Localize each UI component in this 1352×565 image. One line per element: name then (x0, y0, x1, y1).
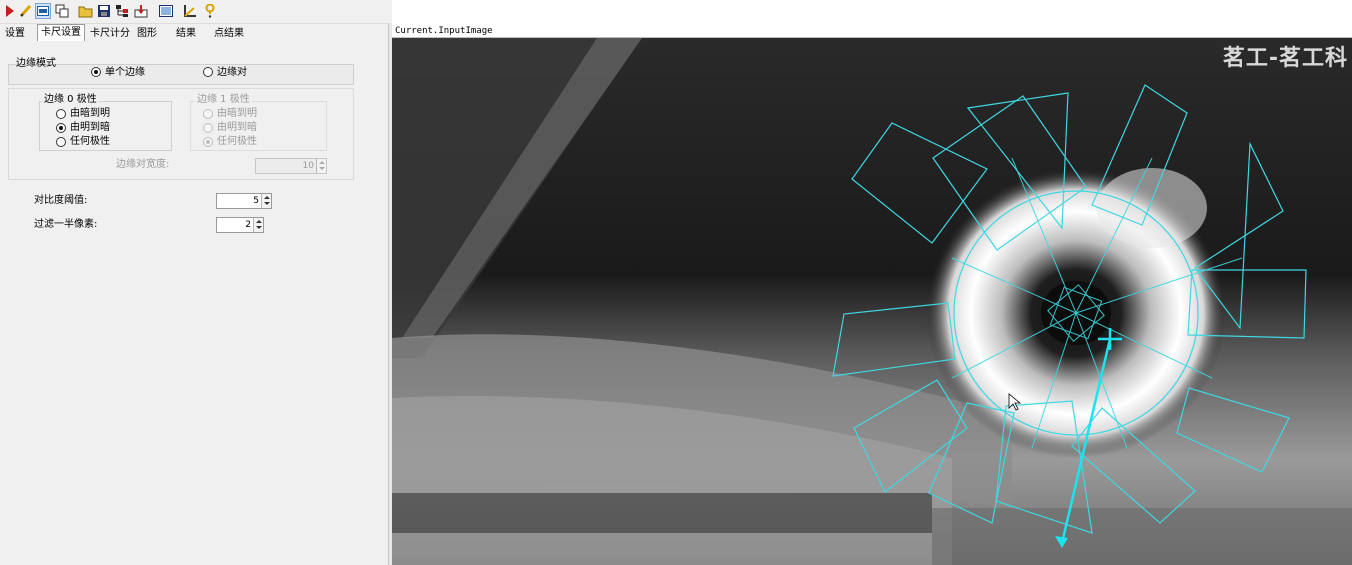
pair-width-spinner[interactable]: 10 (255, 158, 327, 174)
pair-width-label: 边缘对宽度: (116, 159, 170, 170)
edge-mode-single-radio[interactable] (91, 67, 101, 77)
image-title-bar: Current.InputImage (392, 24, 1352, 38)
tab-caliper-scoring[interactable]: 卡尺计分 (87, 26, 133, 41)
run-icon[interactable] (2, 3, 18, 19)
tab-graphics[interactable]: 图形 (134, 26, 160, 41)
tab-settings[interactable]: 设置 (2, 26, 28, 41)
edge0-dark-to-light-radio[interactable] (56, 109, 66, 119)
edge1-dark-to-light-label[interactable]: 由暗到明 (217, 108, 257, 120)
filter-half-pixels-label: 过滤一半像素: (34, 219, 98, 230)
edge1-any-polarity-label[interactable]: 任何极性 (217, 136, 257, 148)
help-icon[interactable] (202, 3, 218, 19)
edge0-dark-to-light-label[interactable]: 由暗到明 (70, 108, 110, 120)
edge0-any-polarity-radio[interactable] (56, 137, 66, 147)
display-icon[interactable] (158, 3, 174, 19)
pencil-icon[interactable] (18, 3, 34, 19)
edge-mode-single-label[interactable]: 单个边缘 (105, 67, 145, 79)
edge0-polarity-title: 边缘 0 极性 (42, 94, 99, 106)
filter-half-pixels-spin-buttons[interactable] (253, 218, 263, 232)
caliper-settings-panel: 边缘模式 单个边缘 边缘对 边缘 0 极性 由暗到明 由明到暗 任何极性 边缘 … (0, 41, 388, 565)
tab-caliper-settings[interactable]: 卡尺设置 (37, 24, 85, 41)
edge1-dark-to-light-radio[interactable] (203, 109, 213, 119)
import-icon[interactable] (133, 3, 149, 19)
input-image (392, 38, 1352, 565)
filter-half-pixels-spinner[interactable]: 2 (216, 217, 264, 233)
save-icon[interactable] (96, 3, 112, 19)
filter-half-pixels-value: 2 (245, 220, 251, 230)
tree-icon[interactable] (114, 3, 130, 19)
top-strip (392, 0, 1352, 24)
edge1-light-to-dark-label[interactable]: 由明到暗 (217, 122, 257, 134)
tab-strip: 设置 卡尺设置 卡尺计分 图形 结果 点结果 (0, 24, 390, 41)
copy-icon[interactable] (54, 3, 70, 19)
edge-mode-pair-radio[interactable] (203, 67, 213, 77)
image-title: Current.InputImage (395, 26, 493, 36)
image-display[interactable]: 茗工-茗工科 (392, 38, 1352, 565)
open-folder-icon[interactable] (78, 3, 94, 19)
tab-results[interactable]: 结果 (173, 26, 199, 41)
edge1-polarity-title: 边缘 1 极性 (195, 94, 252, 106)
toolbar (0, 0, 390, 24)
ruler-icon[interactable] (182, 3, 198, 19)
edge-mode-pair-label[interactable]: 边缘对 (217, 67, 247, 79)
edge0-any-polarity-label[interactable]: 任何极性 (70, 136, 110, 148)
edge1-any-polarity-radio[interactable] (203, 137, 213, 147)
pair-width-value: 10 (302, 161, 314, 171)
tab-point-results[interactable]: 点结果 (211, 26, 247, 41)
contrast-threshold-spin-buttons[interactable] (261, 194, 271, 208)
contrast-threshold-value: 5 (253, 196, 259, 206)
watermark: 茗工-茗工科 (1222, 46, 1348, 71)
image-mode-icon[interactable] (35, 3, 51, 19)
edge1-light-to-dark-radio[interactable] (203, 123, 213, 133)
edge-mode-group (8, 64, 354, 85)
contrast-threshold-spinner[interactable]: 5 (216, 193, 272, 209)
edge0-light-to-dark-radio[interactable] (56, 123, 66, 133)
contrast-threshold-label: 对比度阈值: (34, 195, 88, 206)
edge-mode-title: 边缘模式 (16, 58, 56, 69)
edge0-light-to-dark-label[interactable]: 由明到暗 (70, 122, 110, 134)
pair-width-spin-buttons[interactable] (316, 159, 326, 173)
